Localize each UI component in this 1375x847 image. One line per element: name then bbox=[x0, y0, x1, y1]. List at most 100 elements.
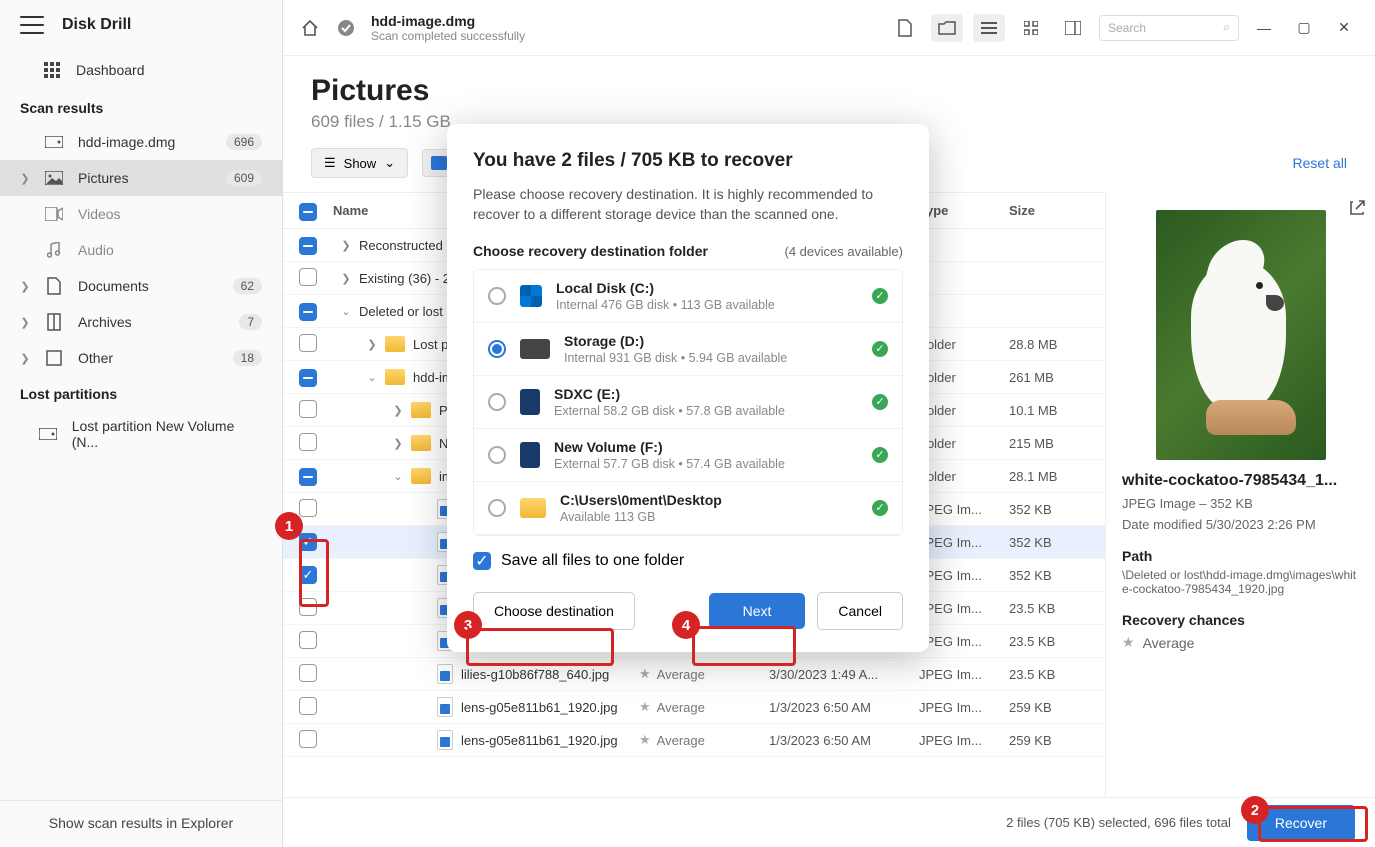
star-icon: ★ bbox=[1122, 634, 1135, 651]
hamburger-icon[interactable] bbox=[20, 16, 44, 34]
next-button[interactable]: Next bbox=[709, 593, 806, 629]
sidebar-item-hdd-image[interactable]: hdd-image.dmg 696 bbox=[0, 124, 282, 160]
destination-list: Local Disk (C:)Internal 476 GB disk • 11… bbox=[473, 269, 903, 536]
folder-icon bbox=[411, 435, 431, 451]
sidebar-item-label: Pictures bbox=[78, 170, 129, 186]
drive-icon bbox=[520, 339, 550, 359]
cancel-button[interactable]: Cancel bbox=[817, 592, 903, 630]
col-size[interactable]: Size bbox=[1009, 203, 1089, 218]
sidebar-item-audio[interactable]: Audio bbox=[0, 232, 282, 268]
image-file-icon bbox=[437, 697, 453, 717]
destination-radio[interactable] bbox=[488, 393, 506, 411]
search-input[interactable]: Search ⌕ bbox=[1099, 15, 1239, 41]
file-row[interactable]: lens-g05e811b61_1920.jpg★Average1/3/2023… bbox=[283, 724, 1105, 757]
sidebar-item-archives[interactable]: ❯ Archives 7 bbox=[0, 304, 282, 340]
show-in-explorer-button[interactable]: Show scan results in Explorer bbox=[49, 815, 233, 831]
destination-item[interactable]: New Volume (F:)External 57.7 GB disk • 5… bbox=[474, 429, 902, 482]
row-chance: ★Average bbox=[639, 666, 769, 682]
destination-item[interactable]: SDXC (E:)External 58.2 GB disk • 57.8 GB… bbox=[474, 376, 902, 429]
row-checkbox[interactable] bbox=[299, 433, 317, 451]
sidebar-item-label: Audio bbox=[78, 242, 114, 258]
row-checkbox[interactable] bbox=[299, 400, 317, 418]
topbar-subtitle: Scan completed successfully bbox=[371, 29, 525, 43]
sidebar-item-dashboard[interactable]: Dashboard bbox=[0, 50, 282, 90]
row-checkbox[interactable] bbox=[299, 334, 317, 352]
sidebar-item-lost-partition[interactable]: Lost partition New Volume (N... bbox=[0, 410, 282, 458]
external-link-icon[interactable] bbox=[1349, 200, 1365, 216]
row-checkbox[interactable] bbox=[299, 499, 317, 517]
destination-item[interactable]: C:\Users\0ment\DesktopAvailable 113 GB✓ bbox=[474, 482, 902, 535]
folder-icon bbox=[411, 468, 431, 484]
row-checkbox[interactable]: ✓ bbox=[299, 533, 317, 551]
devices-count: (4 devices available) bbox=[784, 244, 903, 259]
row-checkbox[interactable] bbox=[299, 697, 317, 715]
collapse-icon[interactable]: ⌄ bbox=[359, 371, 385, 384]
destination-radio[interactable] bbox=[488, 499, 506, 517]
destination-radio[interactable] bbox=[488, 287, 506, 305]
panel-icon[interactable] bbox=[1057, 14, 1089, 42]
expand-icon[interactable]: ❯ bbox=[333, 272, 359, 285]
row-checkbox[interactable] bbox=[299, 468, 317, 486]
details-path-title: Path bbox=[1122, 548, 1359, 564]
row-chance: ★Average bbox=[639, 732, 769, 748]
maximize-button[interactable]: ▢ bbox=[1289, 19, 1319, 36]
home-icon[interactable] bbox=[299, 17, 321, 39]
col-type[interactable]: Type bbox=[919, 203, 1009, 218]
show-filter-button[interactable]: ☰ Show ⌄ bbox=[311, 148, 408, 178]
row-checkbox[interactable] bbox=[299, 664, 317, 682]
archive-icon bbox=[44, 312, 64, 332]
row-checkbox[interactable] bbox=[299, 598, 317, 616]
reset-all-link[interactable]: Reset all bbox=[1293, 155, 1347, 171]
row-checkbox[interactable]: ✓ bbox=[299, 566, 317, 584]
file-row[interactable]: lilies-g10b86f788_640.jpg★Average3/30/20… bbox=[283, 658, 1105, 691]
sidebar-item-other[interactable]: ❯ Other 18 bbox=[0, 340, 282, 376]
list-view-icon[interactable] bbox=[973, 14, 1005, 42]
expand-icon[interactable]: ❯ bbox=[385, 437, 411, 450]
collapse-icon[interactable]: ⌄ bbox=[385, 470, 411, 483]
row-checkbox[interactable] bbox=[299, 631, 317, 649]
close-button[interactable]: ✕ bbox=[1329, 19, 1359, 36]
show-label: Show bbox=[344, 156, 377, 171]
sidebar-item-label: Archives bbox=[78, 314, 132, 330]
destination-radio[interactable] bbox=[488, 446, 506, 464]
collapse-icon[interactable]: ⌄ bbox=[333, 305, 359, 318]
expand-icon[interactable]: ❯ bbox=[359, 338, 385, 351]
drive-icon bbox=[520, 498, 546, 518]
destination-radio[interactable] bbox=[488, 340, 506, 358]
count-badge: 62 bbox=[233, 278, 262, 294]
expand-icon[interactable]: ❯ bbox=[385, 404, 411, 417]
destination-item[interactable]: Storage (D:)Internal 931 GB disk • 5.94 … bbox=[474, 323, 902, 376]
image-file-icon bbox=[437, 664, 453, 684]
filter-icon: ☰ bbox=[324, 155, 336, 171]
row-chance: ★Average bbox=[639, 699, 769, 715]
recover-button[interactable]: Recover bbox=[1247, 805, 1355, 841]
file-row[interactable]: lens-g05e811b61_1920.jpg★Average1/3/2023… bbox=[283, 691, 1105, 724]
sidebar-item-videos[interactable]: Videos bbox=[0, 196, 282, 232]
bottom-bar: 2 files (705 KB) selected, 696 files tot… bbox=[283, 797, 1375, 847]
destination-item[interactable]: Local Disk (C:)Internal 476 GB disk • 11… bbox=[474, 270, 902, 323]
row-size: 352 KB bbox=[1009, 535, 1089, 550]
row-checkbox[interactable] bbox=[299, 369, 317, 387]
row-checkbox[interactable] bbox=[299, 730, 317, 748]
ok-icon: ✓ bbox=[872, 447, 888, 463]
chevron-right-icon: ❯ bbox=[20, 172, 30, 185]
row-checkbox[interactable] bbox=[299, 237, 317, 255]
count-badge: 7 bbox=[239, 314, 262, 330]
save-all-checkbox[interactable]: ✓ bbox=[473, 552, 491, 570]
grid-view-icon[interactable] bbox=[1015, 14, 1047, 42]
minimize-button[interactable]: — bbox=[1249, 20, 1279, 36]
expand-icon[interactable]: ❯ bbox=[333, 239, 359, 252]
folder-icon[interactable] bbox=[931, 14, 963, 42]
row-checkbox[interactable] bbox=[299, 303, 317, 321]
sidebar-item-documents[interactable]: ❯ Documents 62 bbox=[0, 268, 282, 304]
sidebar-item-pictures[interactable]: ❯ Pictures 609 bbox=[0, 160, 282, 196]
row-type: Folder bbox=[919, 469, 1009, 484]
ok-icon: ✓ bbox=[872, 288, 888, 304]
topbar-title: hdd-image.dmg bbox=[371, 13, 525, 29]
select-all-checkbox[interactable] bbox=[299, 203, 317, 221]
row-checkbox[interactable] bbox=[299, 268, 317, 286]
file-icon[interactable] bbox=[889, 14, 921, 42]
destination-sub: External 58.2 GB disk • 57.8 GB availabl… bbox=[554, 404, 858, 418]
choose-destination-button[interactable]: Choose destination bbox=[473, 592, 635, 630]
destination-sub: Internal 931 GB disk • 5.94 GB available bbox=[564, 351, 858, 365]
